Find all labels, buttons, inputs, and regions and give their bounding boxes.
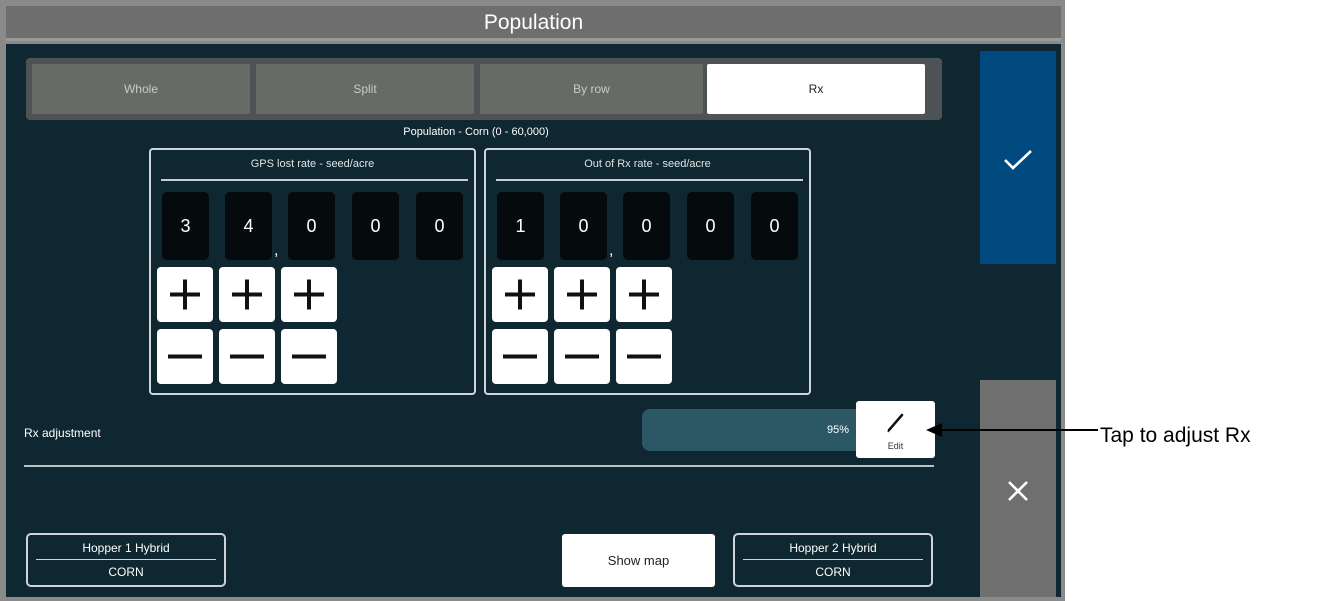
- rx-digit-1: 1: [497, 192, 544, 260]
- rx-digit-2-increment-button[interactable]: [554, 267, 610, 322]
- rx-digit-2-decrement-button[interactable]: [554, 329, 610, 384]
- minus-icon: [230, 354, 264, 359]
- rx-adjustment-bar: 95%: [642, 409, 857, 451]
- hopper-1-title: Hopper 1 Hybrid: [82, 541, 170, 555]
- plus-icon: [170, 279, 200, 310]
- minus-icon: [503, 354, 537, 359]
- tab-rx[interactable]: Rx: [707, 64, 925, 114]
- gps-digit-2-increment-button[interactable]: [219, 267, 275, 322]
- plus-icon: [629, 279, 659, 310]
- rx-digit-3-decrement-button[interactable]: [616, 329, 672, 384]
- plus-icon: [294, 279, 324, 310]
- gps-digit-3: 0: [288, 192, 335, 260]
- rx-digit-4: 0: [687, 192, 734, 260]
- hopper-1-hybrid-button[interactable]: Hopper 1 Hybrid CORN: [26, 533, 226, 587]
- gps-lost-rate-panel: GPS lost rate - seed/acre 3 4 , 0 0 0: [149, 148, 476, 395]
- tab-split[interactable]: Split: [256, 64, 474, 114]
- rx-digit-3: 0: [623, 192, 670, 260]
- gps-thousands-separator: ,: [274, 242, 279, 259]
- minus-icon: [292, 354, 326, 359]
- confirm-button[interactable]: [980, 51, 1056, 264]
- rx-digit-2: 0: [560, 192, 607, 260]
- show-map-button[interactable]: Show map: [562, 534, 715, 587]
- mode-tab-bar: Whole Split By row Rx: [26, 58, 942, 120]
- population-content: Whole Split By row Rx Population - Corn …: [6, 44, 1061, 597]
- hopper-divider: [36, 559, 216, 560]
- gps-lost-rate-title: GPS lost rate - seed/acre: [250, 158, 375, 170]
- out-of-rx-rate-title: Out of Rx rate - seed/acre: [584, 158, 711, 170]
- rx-digit-5: 0: [751, 192, 798, 260]
- gps-digit-1: 3: [162, 192, 209, 260]
- plus-icon: [567, 279, 597, 310]
- gps-digit-3-decrement-button[interactable]: [281, 329, 337, 384]
- minus-icon: [565, 354, 599, 359]
- rx-digit-1-decrement-button[interactable]: [492, 329, 548, 384]
- out-of-rx-rate-panel: Out of Rx rate - seed/acre 1 0 , 0 0 0: [484, 148, 811, 395]
- gps-digit-1-decrement-button[interactable]: [157, 329, 213, 384]
- rx-adjustment-value: 95%: [826, 424, 849, 436]
- tab-by-row[interactable]: By row: [480, 64, 703, 114]
- rx-digit-1-increment-button[interactable]: [492, 267, 548, 322]
- rx-thousands-separator: ,: [609, 242, 614, 259]
- hopper-2-value: CORN: [815, 565, 851, 579]
- gps-digit-3-increment-button[interactable]: [281, 267, 337, 322]
- gps-digit-2: 4: [225, 192, 272, 260]
- callout-arrow: [926, 423, 1098, 437]
- hopper-2-title: Hopper 2 Hybrid: [789, 541, 877, 555]
- plus-icon: [232, 279, 262, 310]
- rx-adjustment-label: Rx adjustment: [24, 426, 101, 440]
- tab-whole[interactable]: Whole: [32, 64, 250, 114]
- gps-digit-1-increment-button[interactable]: [157, 267, 213, 322]
- page-title: Population: [6, 6, 1061, 41]
- check-icon: [1004, 150, 1032, 170]
- panel-divider: [496, 179, 803, 181]
- panel-divider: [161, 179, 468, 181]
- gps-digit-4: 0: [352, 192, 399, 260]
- rx-digit-3-increment-button[interactable]: [616, 267, 672, 322]
- pencil-icon: [887, 413, 904, 433]
- minus-icon: [168, 354, 202, 359]
- hopper-2-hybrid-button[interactable]: Hopper 2 Hybrid CORN: [733, 533, 933, 587]
- callout-label: Tap to adjust Rx: [1100, 424, 1251, 447]
- minus-icon: [627, 354, 661, 359]
- population-range-label: Population - Corn (0 - 60,000): [403, 126, 549, 138]
- gps-digit-2-decrement-button[interactable]: [219, 329, 275, 384]
- gps-digit-5: 0: [416, 192, 463, 260]
- hopper-1-value: CORN: [108, 565, 144, 579]
- section-divider: [24, 465, 934, 467]
- display-screen: Population Whole Split By row Rx Populat…: [0, 0, 1065, 601]
- hopper-divider: [743, 559, 923, 560]
- cancel-button[interactable]: [980, 380, 1056, 597]
- plus-icon: [505, 279, 535, 310]
- close-icon: [1008, 481, 1028, 501]
